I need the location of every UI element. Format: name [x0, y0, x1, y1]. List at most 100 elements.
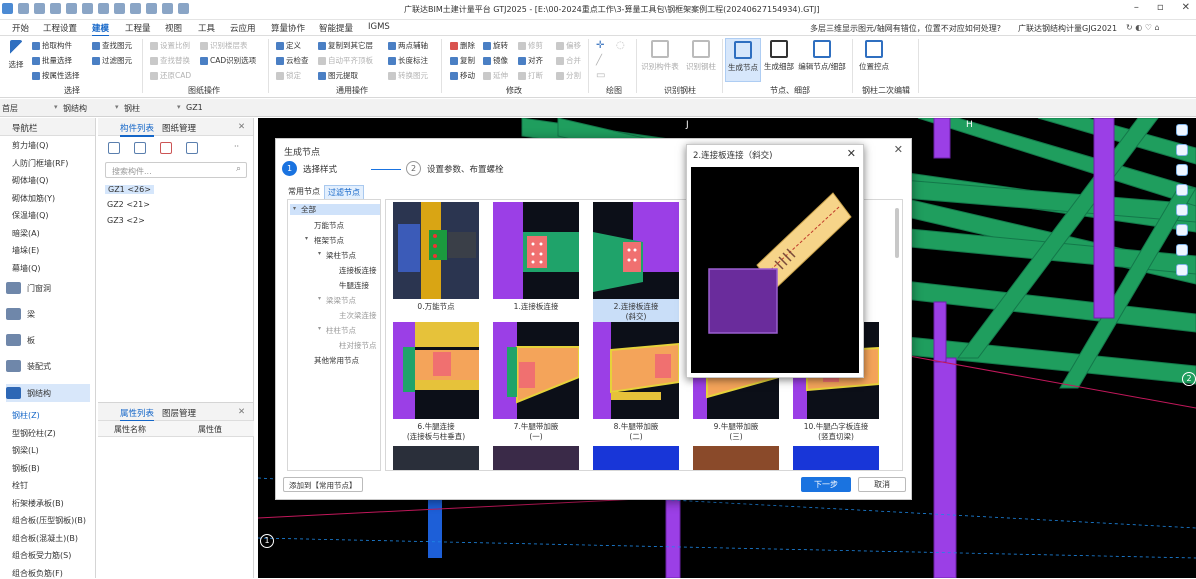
node-card-more[interactable]: [593, 446, 679, 470]
tree-item-universal[interactable]: 万能节点: [314, 220, 344, 231]
extend-button[interactable]: 延伸: [483, 70, 508, 81]
open-icon[interactable]: [34, 3, 45, 14]
tree-item-frame[interactable]: 框架节点: [314, 235, 344, 246]
menu-igms[interactable]: IGMS: [368, 22, 390, 32]
collapse-icon[interactable]: ▾: [318, 295, 321, 302]
redo-icon[interactable]: [82, 3, 93, 14]
new-icon[interactable]: [18, 3, 29, 14]
nav-group-slab[interactable]: 板: [6, 334, 35, 346]
tab-filter-nodes[interactable]: 过滤节点: [324, 185, 364, 200]
nav-item[interactable]: 型钢砼柱(Z): [12, 428, 56, 439]
layer-icon[interactable]: [130, 3, 141, 14]
nav-group-prefab[interactable]: 装配式: [6, 360, 51, 372]
tree-item-secondary-beam[interactable]: 主次梁连接: [339, 310, 377, 321]
recog-member-table-button[interactable]: 识别构件表: [640, 40, 680, 72]
tree-item-column-splice[interactable]: 柱对接节点: [339, 340, 377, 351]
undo-icon[interactable]: [66, 3, 77, 14]
close-window-icon[interactable]: ✕: [1182, 2, 1190, 13]
screenshot-icon[interactable]: [98, 3, 109, 14]
break-button[interactable]: 打断: [518, 70, 543, 81]
delete-component-icon[interactable]: [160, 142, 172, 154]
menu-project-settings[interactable]: 工程设置: [43, 22, 77, 34]
trim-button[interactable]: 修剪: [518, 40, 543, 51]
component-item-gz2[interactable]: GZ2 <21>: [107, 200, 150, 209]
search-icon[interactable]: ⌕: [236, 164, 241, 174]
menu-quantity[interactable]: 工程量: [125, 22, 151, 34]
generate-node-button[interactable]: 生成节点: [725, 38, 761, 82]
merge-button[interactable]: 合并: [556, 55, 581, 66]
cancel-button[interactable]: 取消: [858, 477, 906, 492]
nav-item[interactable]: 剪力墙(Q): [12, 140, 49, 151]
tab-common-nodes[interactable]: 常用节点: [285, 185, 323, 198]
menu-modeling[interactable]: 建模: [92, 22, 110, 37]
tree-item-beam-beam[interactable]: 梁梁节点: [326, 295, 356, 306]
find-replace-button[interactable]: 查找替换: [150, 55, 190, 66]
tree-item-all[interactable]: 全部: [290, 204, 380, 215]
two-point-axis-button[interactable]: 两点辅轴: [388, 40, 428, 51]
nav-item[interactable]: 钢梁(L): [12, 445, 39, 456]
node-card-universal[interactable]: 0.万能节点: [393, 202, 479, 312]
menu-smart-extract[interactable]: 智能提量: [319, 22, 353, 34]
nav-item[interactable]: 人防门框墙(RF): [12, 158, 68, 169]
recog-floor-table-button[interactable]: 识别楼层表: [200, 40, 248, 51]
maximize-icon[interactable]: ▫: [1157, 2, 1164, 13]
top-view-icon[interactable]: [1176, 164, 1188, 176]
settings-icon[interactable]: [1176, 244, 1188, 256]
orbit-icon[interactable]: [1176, 124, 1188, 136]
tab-layer-manager[interactable]: 图层管理: [162, 407, 196, 419]
collapse-icon[interactable]: ▾: [318, 325, 321, 332]
menu-cloud[interactable]: 云应用: [230, 22, 256, 34]
note-icon[interactable]: [1176, 264, 1188, 276]
cloud-check-button[interactable]: 云检查: [276, 55, 309, 66]
copy-to-floor-button[interactable]: 复制到其它层: [318, 40, 373, 51]
nav-item[interactable]: 组合板(压型钢板)(B): [12, 515, 86, 526]
rotate-button[interactable]: 旋转: [483, 40, 508, 51]
menu-collab[interactable]: 算量协作: [271, 22, 305, 34]
node-card-plate-conn-skew[interactable]: 2.连接板连接 (斜交): [593, 202, 679, 322]
nav-item-steel-column[interactable]: 钢柱(Z): [12, 410, 40, 421]
nav-item[interactable]: 桁架楼承板(B): [12, 498, 64, 509]
floor-select[interactable]: 首层: [2, 103, 18, 114]
preview-close-icon[interactable]: ✕: [847, 147, 856, 160]
align-button[interactable]: 对齐: [518, 55, 543, 66]
help-question[interactable]: 多层三维显示图元/轴网有错位，位置不对应如何处理?: [810, 23, 1001, 34]
report-icon[interactable]: [178, 3, 189, 14]
node-card-more[interactable]: [393, 446, 479, 470]
select-button[interactable]: 选择: [5, 40, 27, 70]
draw-arc-button[interactable]: ◌: [616, 40, 625, 51]
draw-rect-button[interactable]: ▭: [596, 70, 605, 81]
minimize-icon[interactable]: –: [1134, 2, 1139, 13]
view-cube-icon[interactable]: [1176, 144, 1188, 156]
tree-item-column-column[interactable]: 柱柱节点: [326, 325, 356, 336]
menu-view[interactable]: 视图: [165, 22, 182, 34]
view-icon[interactable]: [114, 3, 125, 14]
define-button[interactable]: 定义: [276, 40, 301, 51]
collapse-icon[interactable]: ▾: [305, 235, 308, 242]
menu-tools[interactable]: 工具: [198, 22, 215, 34]
delete-button[interactable]: 删除: [450, 40, 475, 51]
nav-item[interactable]: 栓钉: [12, 480, 28, 491]
nav-item[interactable]: 砌体加筋(Y): [12, 193, 55, 204]
restore-cad-button[interactable]: 还原CAD: [150, 70, 191, 81]
nav-item[interactable]: 组合板负筋(F): [12, 568, 63, 579]
generate-detail-button[interactable]: 生成细部: [762, 40, 796, 72]
product-name[interactable]: 广联达钢结构计量GJG2021: [1018, 23, 1117, 34]
tab-component-list[interactable]: 构件列表: [120, 122, 155, 137]
draw-point-button[interactable]: ✛: [596, 40, 604, 51]
component-item-gz1[interactable]: GZ1 <26>: [105, 185, 154, 194]
calc-icon[interactable]: [162, 3, 173, 14]
front-view-icon[interactable]: [1176, 184, 1188, 196]
layer-copy-icon[interactable]: [186, 142, 198, 154]
tab-property-list[interactable]: 属性列表: [120, 407, 155, 422]
nav-item[interactable]: 钢板(B): [12, 463, 40, 474]
node-card-bracket[interactable]: 6.牛腿连接 (连接板与柱垂直): [393, 322, 479, 442]
batch-select-button[interactable]: 批量选择: [32, 55, 72, 66]
nav-group-beam[interactable]: 梁: [6, 308, 35, 320]
grid-icon[interactable]: [146, 3, 157, 14]
offset-button[interactable]: 偏移: [556, 40, 581, 51]
auto-level-button[interactable]: 自动平齐顶板: [318, 55, 373, 66]
menu-start[interactable]: 开始: [12, 22, 29, 34]
nav-group-steel[interactable]: 钢结构: [6, 384, 90, 402]
member-select[interactable]: GZ1: [177, 103, 203, 112]
close-pane-icon[interactable]: ✕: [238, 122, 245, 132]
